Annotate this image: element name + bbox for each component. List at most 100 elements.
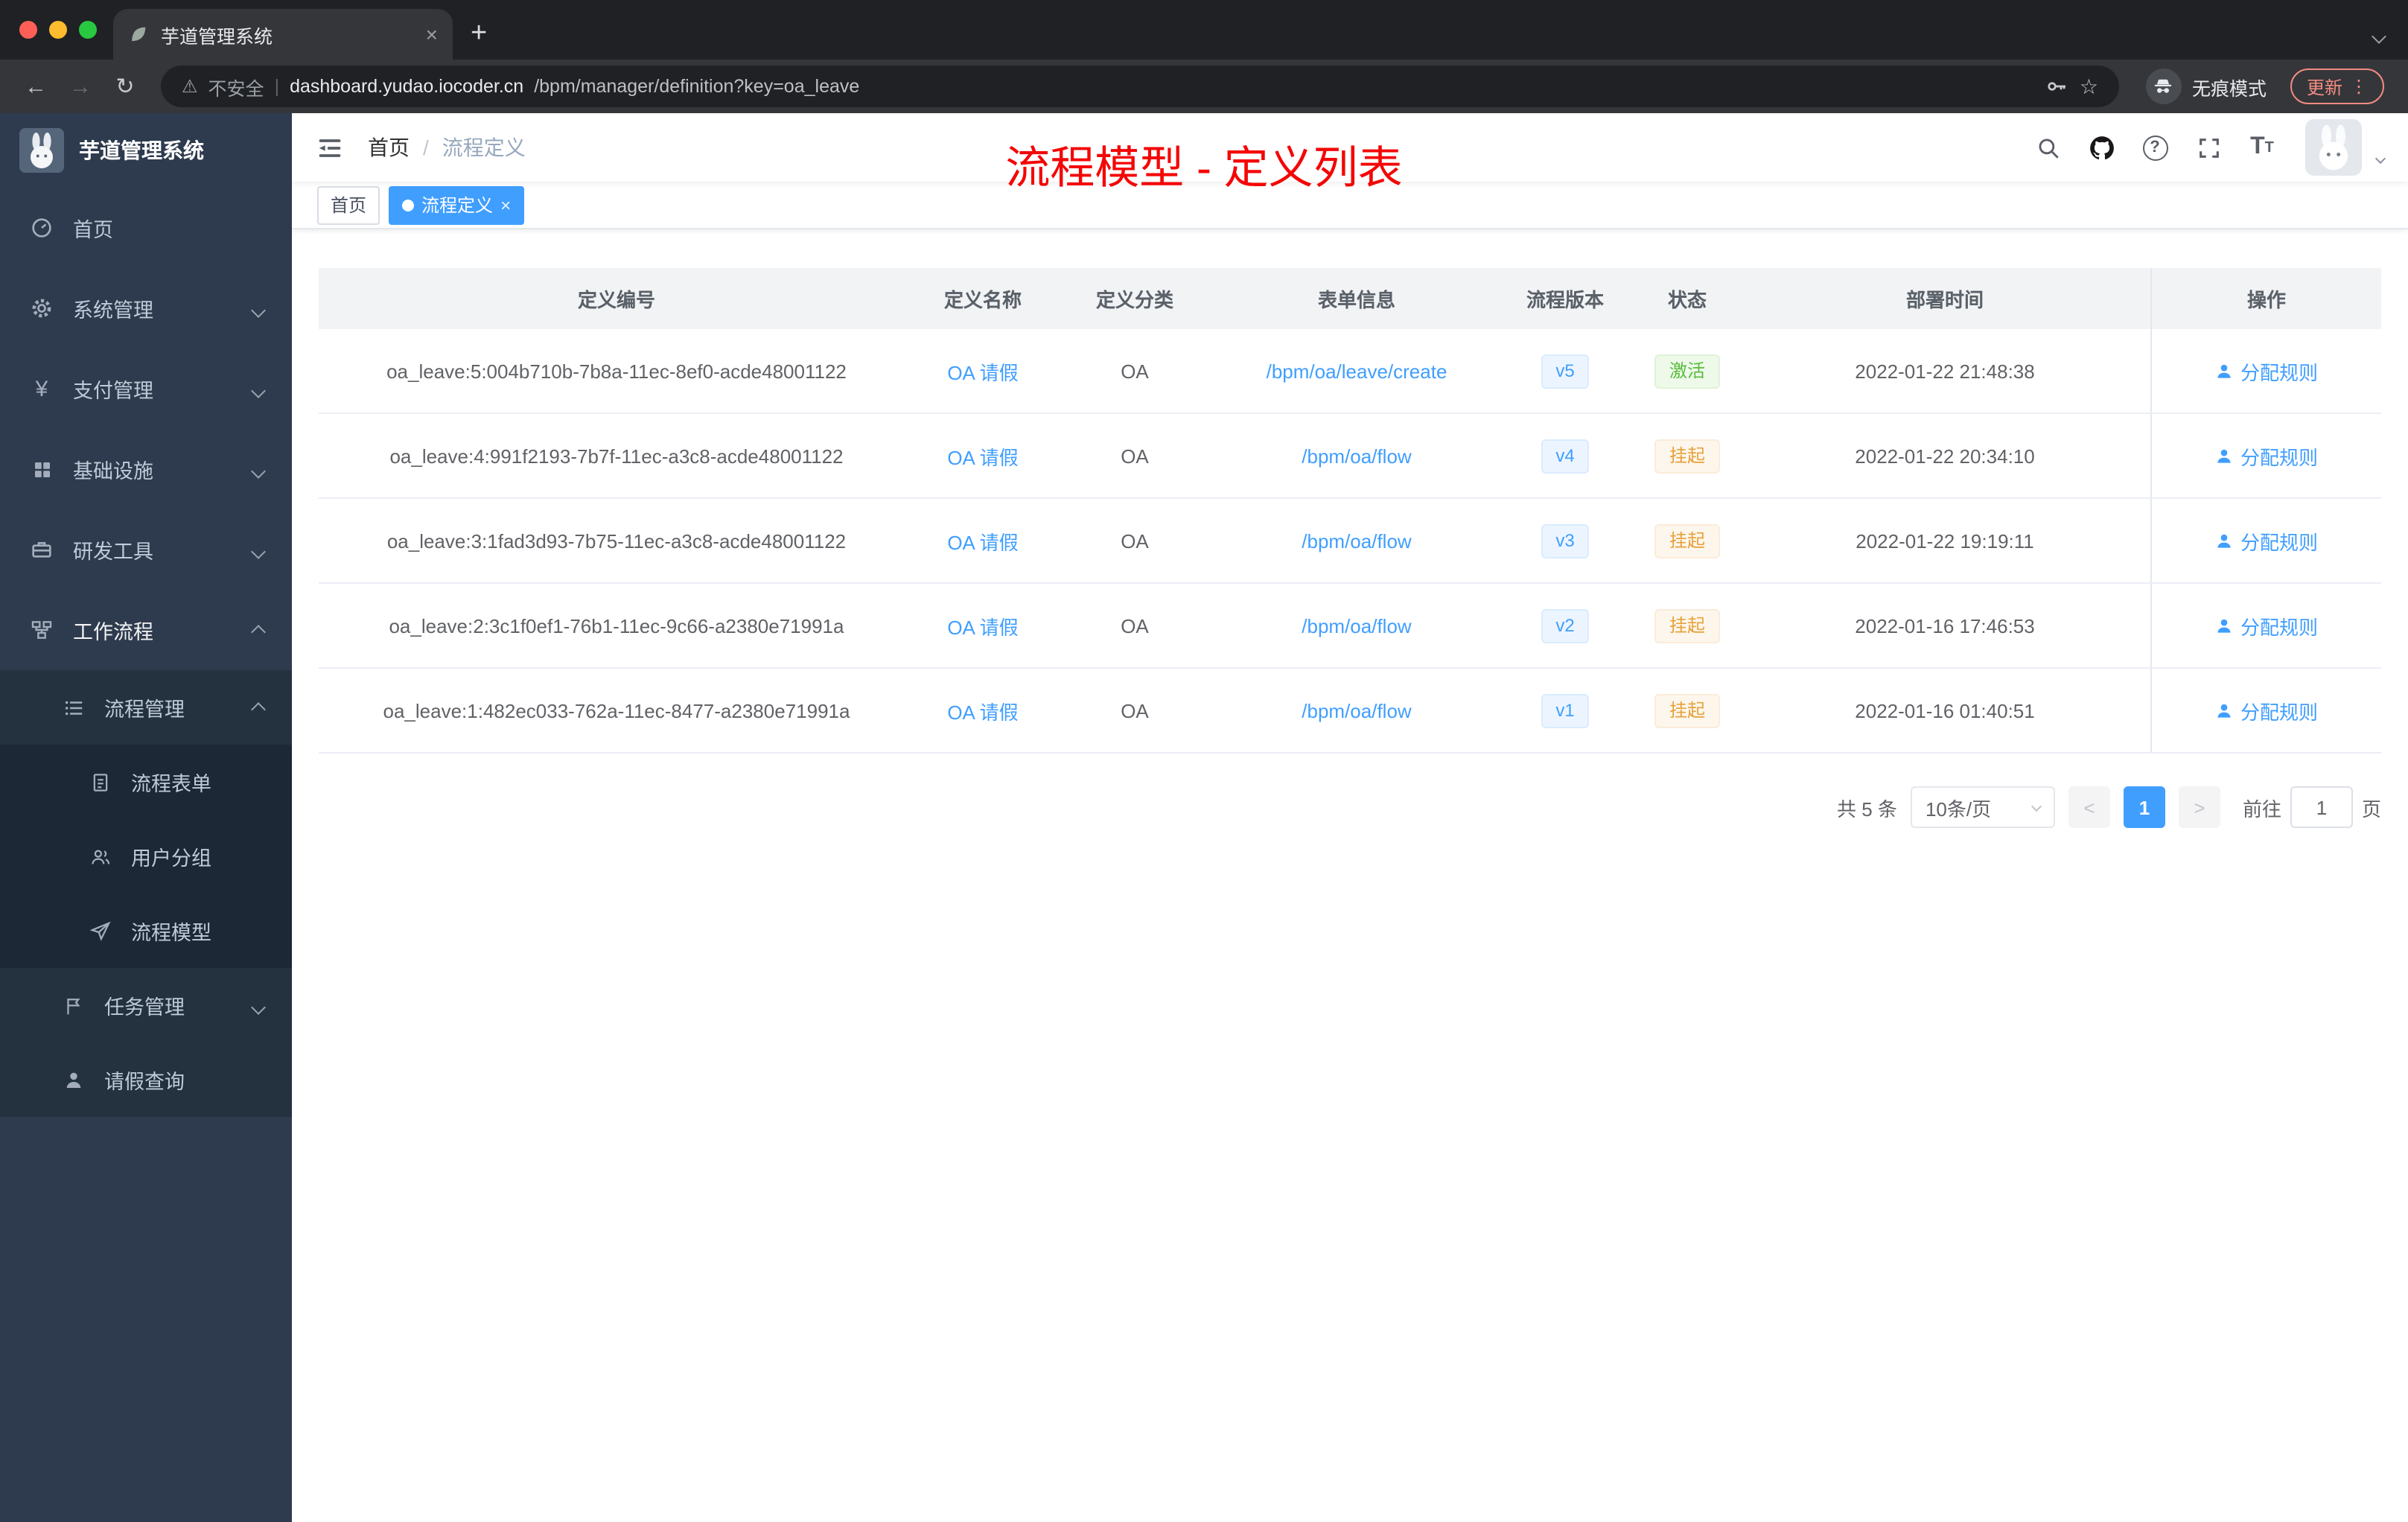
tag-home[interactable]: 首页 bbox=[317, 185, 380, 224]
sidebar-item-infrastructure[interactable]: 基础设施 bbox=[0, 429, 292, 509]
tab-title: 芋道管理系统 bbox=[161, 26, 273, 47]
cell-definition-id: oa_leave:2:3c1f0ef1-76b1-11ec-9c66-a2380… bbox=[389, 614, 844, 637]
tab-search-icon[interactable] bbox=[2372, 22, 2386, 49]
sidebar-item-devtools[interactable]: 研发工具 bbox=[0, 509, 292, 590]
paper-plane-icon bbox=[86, 920, 113, 942]
form-info-link[interactable]: /bpm/oa/flow bbox=[1302, 445, 1411, 467]
github-icon[interactable] bbox=[2079, 124, 2124, 171]
more-menu-icon[interactable]: ⋮ bbox=[2350, 76, 2368, 97]
breadcrumb-home[interactable]: 首页 bbox=[368, 133, 410, 162]
goto-label: 前往 bbox=[2242, 797, 2281, 820]
sidebar-toggle-icon[interactable] bbox=[316, 133, 344, 162]
process-management-submenu: 流程表单 用户分组 流程模型 bbox=[0, 745, 292, 968]
table-row: oa_leave:5:004b710b-7b8a-11ec-8ef0-acde4… bbox=[319, 329, 2381, 414]
fullscreen-icon[interactable] bbox=[2186, 124, 2231, 171]
window-controls bbox=[19, 21, 97, 39]
form-info-link[interactable]: /bpm/oa/flow bbox=[1302, 614, 1411, 637]
main-area: 首页 / 流程定义 ? T T 首页 流程定义 × 定义编号 定义名称 定义分类… bbox=[292, 113, 2408, 1522]
assign-rule-button[interactable]: 分配规则 bbox=[2215, 442, 2318, 470]
url-divider: | bbox=[274, 76, 280, 97]
help-icon[interactable]: ? bbox=[2133, 124, 2177, 171]
definition-name-link[interactable]: OA 请假 bbox=[947, 361, 1018, 383]
maximize-window-button[interactable] bbox=[79, 21, 97, 39]
active-tag-dot bbox=[402, 199, 415, 211]
cell-category: OA bbox=[1121, 614, 1149, 637]
cell-category: OA bbox=[1121, 529, 1149, 552]
font-size-icon[interactable]: TT bbox=[2240, 124, 2284, 171]
browser-tab[interactable]: 芋道管理系统 × bbox=[113, 9, 453, 60]
cell-category: OA bbox=[1121, 445, 1149, 467]
assign-rule-button[interactable]: 分配规则 bbox=[2215, 357, 2318, 385]
person-icon bbox=[60, 1069, 86, 1091]
sidebar-item-process-form[interactable]: 流程表单 bbox=[0, 745, 292, 819]
current-page-button[interactable]: 1 bbox=[2123, 786, 2165, 828]
next-page-button[interactable]: > bbox=[2178, 786, 2220, 828]
chevron-up-icon bbox=[251, 696, 266, 719]
form-info-link[interactable]: /bpm/oa/leave/create bbox=[1267, 360, 1447, 382]
tag-process-definition[interactable]: 流程定义 × bbox=[389, 185, 525, 224]
yen-icon: ¥ bbox=[35, 376, 48, 401]
sidebar-item-task-management[interactable]: 任务管理 bbox=[0, 968, 292, 1042]
definition-name-link[interactable]: OA 请假 bbox=[947, 531, 1018, 553]
minimize-window-button[interactable] bbox=[49, 21, 67, 39]
close-window-button[interactable] bbox=[19, 21, 37, 39]
sidebar-item-process-model[interactable]: 流程模型 bbox=[0, 894, 292, 968]
tags-view-bar: 首页 流程定义 × bbox=[292, 182, 2408, 229]
user-group-icon bbox=[86, 845, 113, 867]
favicon-icon bbox=[128, 24, 149, 45]
assign-rule-button[interactable]: 分配规则 bbox=[2215, 611, 2318, 640]
back-icon[interactable]: ← bbox=[15, 66, 57, 107]
flag-icon bbox=[60, 994, 86, 1016]
assign-rule-button[interactable]: 分配规则 bbox=[2215, 526, 2318, 555]
definition-name-link[interactable]: OA 请假 bbox=[947, 616, 1018, 638]
prev-page-button[interactable]: < bbox=[2068, 786, 2110, 828]
goto-page-input[interactable] bbox=[2290, 786, 2353, 828]
select-caret-icon bbox=[2030, 800, 2042, 812]
page-size-select[interactable]: 10条/页 bbox=[1910, 786, 2055, 828]
breadcrumb-separator: / bbox=[423, 136, 429, 159]
definition-name-link[interactable]: OA 请假 bbox=[947, 701, 1018, 723]
chevron-down-icon bbox=[251, 994, 266, 1016]
new-tab-button[interactable]: + bbox=[471, 18, 487, 51]
cell-deploy-time: 2022-01-22 19:19:11 bbox=[1856, 529, 2034, 552]
tab-close-icon[interactable]: × bbox=[426, 22, 438, 46]
sidebar-item-leave-query[interactable]: 请假查询 bbox=[0, 1042, 292, 1117]
user-icon bbox=[2218, 363, 2232, 378]
tag-close-icon[interactable]: × bbox=[500, 196, 511, 214]
not-secure-label: 不安全 bbox=[208, 78, 264, 99]
gear-icon bbox=[28, 296, 55, 320]
status-badge: 挂起 bbox=[1654, 608, 1720, 643]
search-icon[interactable] bbox=[2025, 124, 2070, 171]
page-unit-label: 页 bbox=[2361, 797, 2381, 820]
pagination: 共 5 条 10条/页 < 1 > 前往 页 bbox=[319, 786, 2381, 828]
reload-icon[interactable]: ↻ bbox=[104, 66, 146, 107]
forward-icon[interactable]: → bbox=[60, 66, 101, 107]
assign-rule-button[interactable]: 分配规则 bbox=[2215, 696, 2318, 725]
form-info-link[interactable]: /bpm/oa/flow bbox=[1302, 699, 1411, 722]
sidebar-item-home[interactable]: 首页 bbox=[0, 188, 292, 268]
definition-name-link[interactable]: OA 请假 bbox=[947, 446, 1018, 468]
url-path: /bpm/manager/definition?key=oa_leave bbox=[534, 76, 860, 97]
password-key-icon[interactable] bbox=[2045, 74, 2069, 98]
pagination-total: 共 5 条 bbox=[1837, 797, 1897, 820]
version-badge: v5 bbox=[1541, 354, 1590, 388]
chevron-down-icon bbox=[251, 378, 266, 400]
form-info-link[interactable]: /bpm/oa/flow bbox=[1302, 529, 1411, 552]
sidebar-logo[interactable]: 芋道管理系统 bbox=[0, 113, 292, 188]
sidebar-item-workflow[interactable]: 工作流程 bbox=[0, 590, 292, 670]
table-row: oa_leave:3:1fad3d93-7b75-11ec-a3c8-acde4… bbox=[319, 499, 2381, 584]
bookmark-star-icon[interactable]: ☆ bbox=[2080, 74, 2098, 99]
sidebar-item-process-management[interactable]: 流程管理 bbox=[0, 670, 292, 745]
user-icon bbox=[2218, 448, 2232, 462]
cell-deploy-time: 2022-01-22 20:34:10 bbox=[1855, 445, 2035, 467]
avatar-dropdown-caret-icon[interactable] bbox=[2374, 143, 2386, 170]
avatar[interactable] bbox=[2305, 119, 2362, 176]
incognito-badge: 无痕模式 bbox=[2134, 69, 2278, 104]
update-button[interactable]: 更新 ⋮ bbox=[2290, 69, 2384, 104]
sidebar-item-payment[interactable]: ¥ 支付管理 bbox=[0, 348, 292, 429]
cell-definition-id: oa_leave:4:991f2193-7b7f-11ec-a3c8-acde4… bbox=[389, 445, 844, 467]
sidebar-item-user-group[interactable]: 用户分组 bbox=[0, 819, 292, 894]
sidebar-item-system[interactable]: 系统管理 bbox=[0, 268, 292, 348]
form-icon bbox=[86, 771, 113, 793]
address-bar[interactable]: ⚠ 不安全 | dashboard.yudao.iocoder.cn /bpm/… bbox=[161, 66, 2119, 107]
